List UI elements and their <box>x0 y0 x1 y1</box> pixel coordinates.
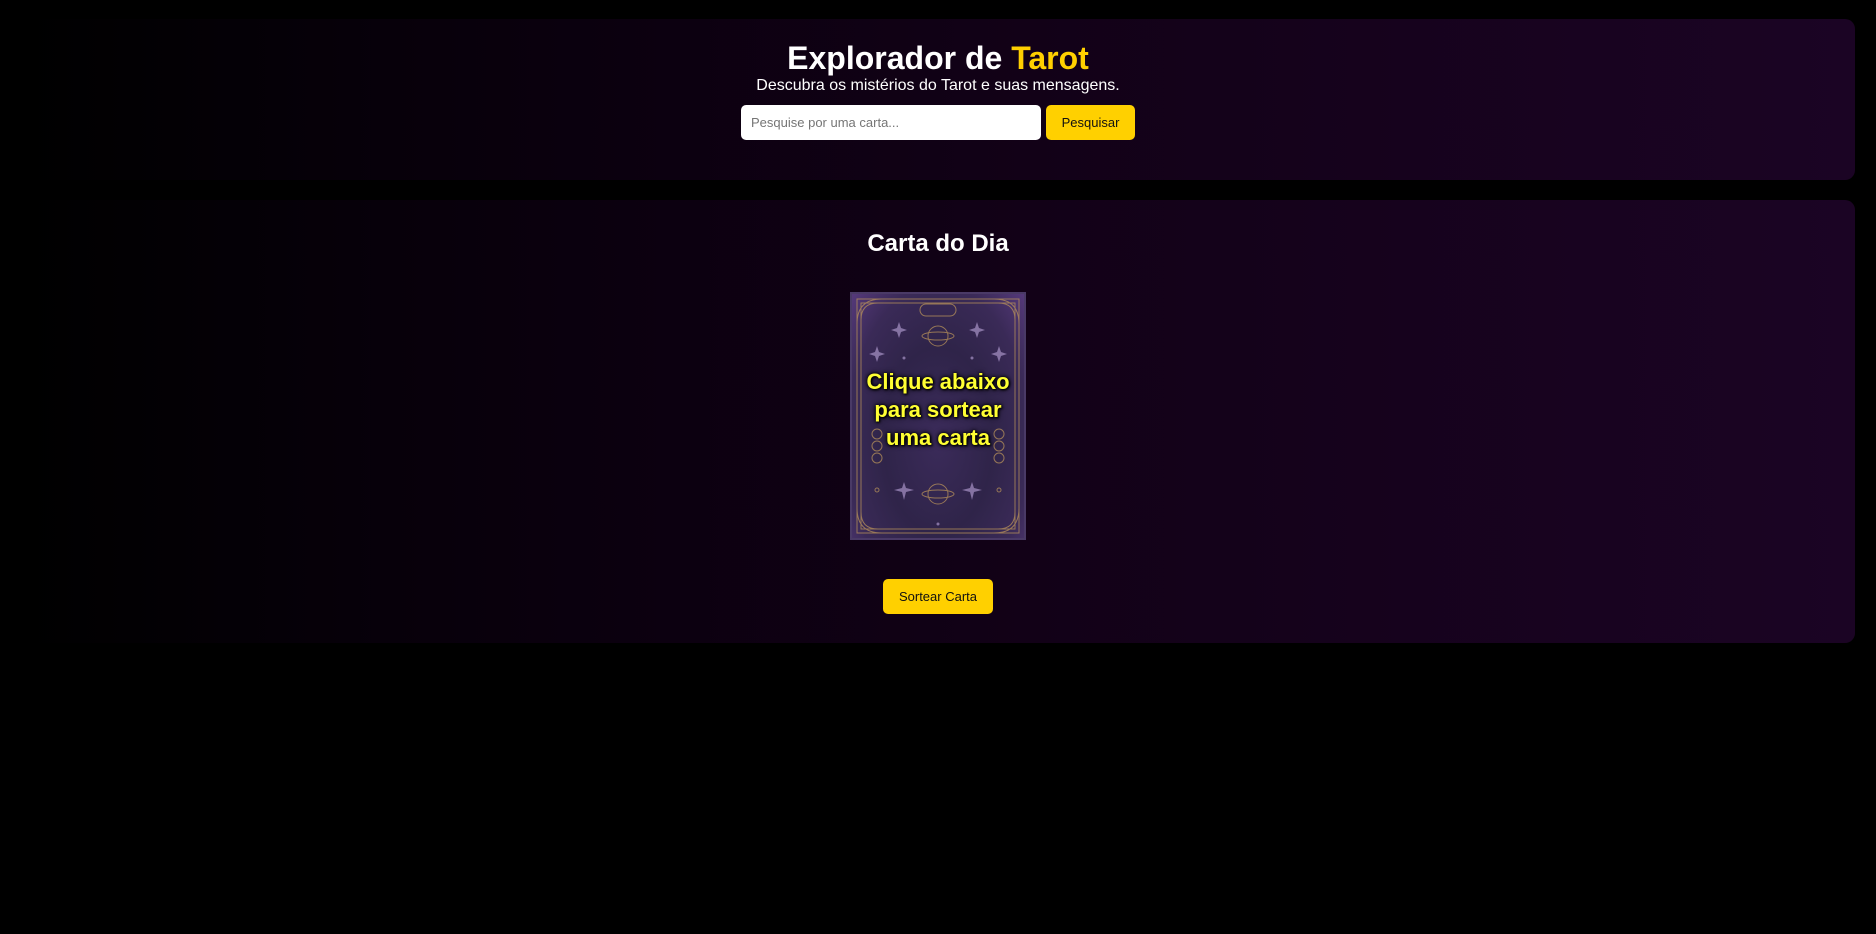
card-prompt-text: Clique abaixo para sortear uma carta <box>866 369 1010 450</box>
search-button[interactable]: Pesquisar <box>1046 105 1135 140</box>
page-title: Explorador de Tarot <box>0 38 1876 78</box>
title-prefix: Explorador de <box>787 40 1003 76</box>
title-accent: Tarot <box>1011 40 1089 76</box>
daily-card-heading: Carta do Dia <box>867 230 1009 257</box>
tarot-card-back: Clique abaixo para sortear uma carta <box>850 292 1026 540</box>
search-bar: Pesquisar <box>741 105 1135 140</box>
page: Explorador de Tarot Descubra os mistério… <box>0 0 1876 934</box>
draw-card-button[interactable]: Sortear Carta <box>883 579 993 614</box>
page-subtitle: Descubra os mistérios do Tarot e suas me… <box>756 77 1120 94</box>
search-input[interactable] <box>741 105 1041 140</box>
